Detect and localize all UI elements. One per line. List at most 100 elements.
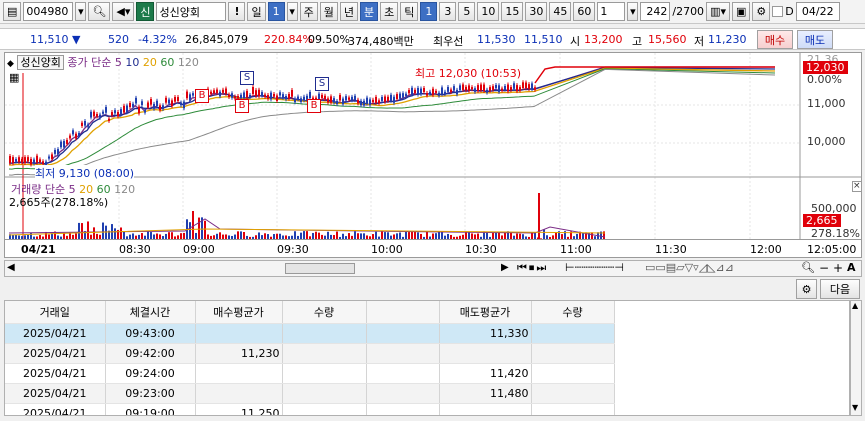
minute-10-button[interactable]: 10 <box>477 2 500 21</box>
candle-body <box>285 96 287 100</box>
stock-name-field[interactable]: 성신양회 <box>156 2 227 21</box>
playback-controls[interactable]: ⏮⏹⏭ <box>517 261 548 275</box>
scroll-thumb[interactable] <box>285 263 355 274</box>
table-scrollbar[interactable]: ▲ ▼ <box>850 300 862 416</box>
scroll-right-icon[interactable]: ▶ <box>501 262 509 273</box>
auto-scale-icon[interactable]: A <box>847 261 856 274</box>
moving-average-line <box>8 66 775 165</box>
period-year-button[interactable]: 년 <box>339 2 358 21</box>
candle-body <box>246 90 248 98</box>
speaker-icon[interactable]: ◀︎▾ <box>112 2 135 21</box>
period-count-selected[interactable]: 1 <box>267 2 285 21</box>
minute-1-button[interactable]: 1 <box>420 2 438 21</box>
zoom-out-icon[interactable]: − <box>819 261 829 275</box>
date-input[interactable]: 04/22 <box>795 2 840 21</box>
volume-bar <box>441 231 443 239</box>
col-trade-date: 거래일 <box>5 301 106 324</box>
candle-body <box>456 89 458 95</box>
alert-button[interactable]: ! <box>228 2 246 21</box>
chart-tab-close-icon[interactable]: ◆ <box>7 59 14 69</box>
table-row[interactable]: 2025/04/21 09:23:00 11,480 <box>5 383 615 404</box>
buy-signal-icon: B <box>195 89 209 103</box>
period-tick-button[interactable]: 틱 <box>400 2 419 21</box>
chart-type-icon[interactable]: ▥▾ <box>706 2 730 21</box>
candle-body <box>387 96 389 101</box>
volume-ratio: 220.84% <box>264 33 313 46</box>
candle-body <box>486 89 488 93</box>
sell-button[interactable]: 매도 <box>797 30 833 49</box>
interval-dropdown-button[interactable]: ▾ <box>627 2 639 21</box>
settings-icon[interactable]: ⚙ <box>752 2 771 21</box>
data-count-input[interactable]: 242 <box>640 2 671 21</box>
table-row[interactable]: 2025/04/21 09:42:00 11,230 <box>5 343 615 364</box>
drawing-tools[interactable]: ▭▭▤▱▽▿◿◺⊿⊿ <box>645 261 734 274</box>
d-checkbox[interactable] <box>772 6 784 17</box>
candle-body <box>504 85 506 90</box>
candle-body <box>441 87 443 95</box>
buy-button[interactable]: 매수 <box>757 30 793 49</box>
low-label: 저 <box>694 35 705 48</box>
volume-readout: 2,665주(278.18%) <box>9 196 109 209</box>
candle-body <box>84 121 86 126</box>
zoom-slider[interactable]: ⊢┄┄┄┄┄┄⊣ <box>565 261 624 274</box>
candle-body <box>474 88 476 92</box>
volume-bar <box>240 231 242 239</box>
cell-buy-qty <box>282 383 367 404</box>
sell-signal-icon: S <box>315 77 329 91</box>
table-row[interactable]: 2025/04/21 09:19:00 11,250 <box>5 403 615 415</box>
chart-canvas[interactable] <box>5 53 862 258</box>
search-icon[interactable]: 🔍︎ <box>88 2 111 21</box>
candle-body <box>390 94 392 101</box>
date-label: 04/21 <box>21 243 56 256</box>
candle-body <box>78 132 80 136</box>
period-dropdown-button[interactable]: ▾ <box>286 2 298 21</box>
table-row[interactable]: 2025/04/21 09:43:00 11,330 <box>5 323 615 344</box>
minute-15-button[interactable]: 15 <box>501 2 524 21</box>
period-second-button[interactable]: 초 <box>380 2 399 21</box>
price-chart-panel[interactable]: ◆ 성신양회 종가 단순 5 10 20 60 120 ▦ 최고 12,030 … <box>4 52 862 258</box>
sell-signal-icon: S <box>240 71 254 85</box>
volume-bar <box>438 231 440 239</box>
interval-input[interactable]: 1 <box>597 2 626 21</box>
zoom-icon[interactable]: 🔍︎ <box>801 261 815 274</box>
volume-bar <box>306 231 308 239</box>
scroll-down-icon[interactable]: ▼ <box>852 403 858 412</box>
next-button[interactable]: 다음 <box>820 279 860 299</box>
menu-icon[interactable]: ▤ <box>3 2 22 21</box>
minute-45-button[interactable]: 45 <box>549 2 572 21</box>
candle-body <box>378 100 380 104</box>
cell-time: 09:43:00 <box>105 323 196 344</box>
candle-body <box>534 87 536 90</box>
stock-badge[interactable]: 신 <box>136 2 155 21</box>
table-row[interactable]: 2025/04/21 09:24:00 11,420 <box>5 363 615 384</box>
scroll-up-icon[interactable]: ▲ <box>852 301 858 310</box>
candle-body <box>228 94 230 97</box>
grid-toggle-icon[interactable]: ▦ <box>9 71 19 84</box>
period-week-button[interactable]: 주 <box>299 2 318 21</box>
volume-bar <box>408 232 410 239</box>
stock-code-input[interactable]: 004980 <box>23 2 74 21</box>
candle-body <box>15 159 17 162</box>
volume-bar <box>417 232 419 239</box>
save-icon[interactable]: ▣ <box>731 2 751 21</box>
gear-icon[interactable]: ⚙ <box>796 279 817 299</box>
volume-bar <box>381 231 383 239</box>
candle-body <box>495 84 497 89</box>
scroll-left-icon[interactable]: ◀ <box>7 262 15 273</box>
volume-bar <box>387 232 389 239</box>
minute-3-button[interactable]: 3 <box>439 2 457 21</box>
period-month-button[interactable]: 월 <box>319 2 338 21</box>
period-minute-button[interactable]: 분 <box>359 2 379 21</box>
minute-30-button[interactable]: 30 <box>525 2 548 21</box>
period-day-button[interactable]: 일 <box>247 2 266 21</box>
volume-close-icon[interactable]: × <box>852 181 861 192</box>
minute-60-button[interactable]: 60 <box>573 2 596 21</box>
chart-scrollbar[interactable]: ◀ ▶ ⏮⏹⏭ ⊢┄┄┄┄┄┄⊣ ▭▭▤▱▽▿◿◺⊿⊿ 🔍︎ − + A <box>4 260 862 277</box>
zoom-in-icon[interactable]: + <box>833 261 843 275</box>
volume-spike-bar <box>192 211 194 239</box>
candle-body <box>279 92 281 96</box>
minute-5-button[interactable]: 5 <box>458 2 476 21</box>
code-dropdown-button[interactable]: ▾ <box>75 2 87 21</box>
candle-body <box>180 102 182 106</box>
candle-body <box>444 91 446 94</box>
